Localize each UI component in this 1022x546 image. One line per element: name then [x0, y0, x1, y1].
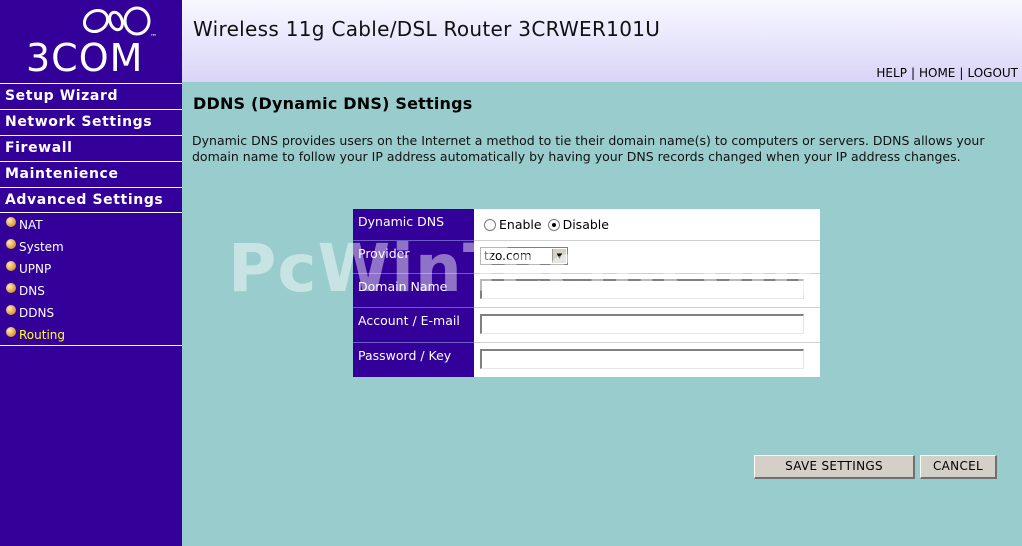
nav-advanced-settings[interactable]: Advanced Settings: [0, 187, 182, 213]
sidebar-item-label: System: [19, 240, 64, 254]
row-separator: [474, 240, 820, 241]
disable-radio[interactable]: [547, 218, 560, 231]
bullet-icon: [6, 327, 16, 337]
account-label: Account / E-mail: [353, 307, 474, 342]
sidebar-item-nat[interactable]: NAT: [6, 214, 43, 236]
row-separator: [474, 342, 820, 343]
product-title: Wireless 11g Cable/DSL Router 3CRWER101U: [193, 17, 661, 41]
bullet-icon: [6, 283, 16, 293]
enable-radio[interactable]: [484, 218, 496, 231]
logo-trademark: ™: [150, 33, 157, 41]
label-separator: [353, 240, 474, 241]
bullet-icon: [6, 261, 16, 271]
provider-label: Provider: [353, 240, 474, 273]
home-link[interactable]: HOME: [915, 66, 959, 80]
dynamic-dns-radios: Enable Disable: [484, 217, 609, 232]
account-input[interactable]: [480, 314, 804, 334]
provider-value: tzo.com: [484, 249, 532, 263]
domain-name-label: Domain Name: [353, 273, 474, 307]
chevron-down-icon[interactable]: ▼: [552, 249, 566, 263]
cancel-button[interactable]: CANCEL: [920, 455, 997, 479]
label-separator: [353, 342, 474, 343]
top-links: HELP | HOME | LOGOUT: [872, 66, 1022, 80]
nav-maintenance[interactable]: Maintenience: [0, 161, 182, 185]
help-link[interactable]: HELP: [872, 66, 911, 80]
sidebar-item-ddns[interactable]: DDNS: [6, 302, 54, 324]
sidebar-item-routing[interactable]: Routing: [6, 324, 65, 346]
provider-select[interactable]: tzo.com ▼: [480, 247, 568, 265]
sidebar-item-label: UPNP: [19, 262, 52, 276]
sidebar-item-system[interactable]: System: [6, 236, 64, 258]
page-description: Dynamic DNS provides users on the Intern…: [192, 133, 985, 164]
logo-rings-icon: [82, 6, 151, 36]
password-label: Password / Key: [353, 342, 474, 377]
disable-label: Disable: [562, 217, 609, 232]
save-settings-button[interactable]: SAVE SETTINGS: [754, 455, 915, 479]
page-title: DDNS (Dynamic DNS) Settings: [193, 94, 473, 113]
dynamic-dns-label: Dynamic DNS: [353, 209, 474, 240]
nav-setup-wizard[interactable]: Setup Wizard: [0, 83, 182, 107]
password-input[interactable]: [480, 349, 804, 369]
nav-network-settings[interactable]: Network Settings: [0, 109, 182, 133]
bullet-icon: [6, 217, 16, 227]
label-separator: [353, 273, 474, 274]
bullet-icon: [6, 305, 16, 315]
enable-label: Enable: [499, 217, 542, 232]
sidebar-item-label: Routing: [19, 328, 66, 342]
logo-text: 3COM: [26, 36, 144, 80]
sidebar-divider: [0, 345, 182, 346]
header: Wireless 11g Cable/DSL Router 3CRWER101U…: [182, 0, 1022, 82]
sidebar-item-dns[interactable]: DNS: [6, 280, 45, 302]
row-separator: [474, 273, 820, 274]
sidebar-item-label: NAT: [19, 218, 43, 232]
brand-logo: 3COM ™: [0, 0, 182, 81]
sidebar-item-label: DNS: [19, 284, 45, 298]
label-separator: [353, 307, 474, 308]
row-separator: [474, 307, 820, 308]
sidebar-item-upnp[interactable]: UPNP: [6, 258, 51, 280]
nav-firewall[interactable]: Firewall: [0, 135, 182, 159]
domain-name-input[interactable]: [480, 279, 804, 299]
sidebar: 3COM ™ Setup Wizard Network Settings Fir…: [0, 0, 182, 546]
bullet-icon: [6, 239, 16, 249]
logout-link[interactable]: LOGOUT: [963, 66, 1022, 80]
sidebar-item-label: DDNS: [19, 306, 55, 320]
